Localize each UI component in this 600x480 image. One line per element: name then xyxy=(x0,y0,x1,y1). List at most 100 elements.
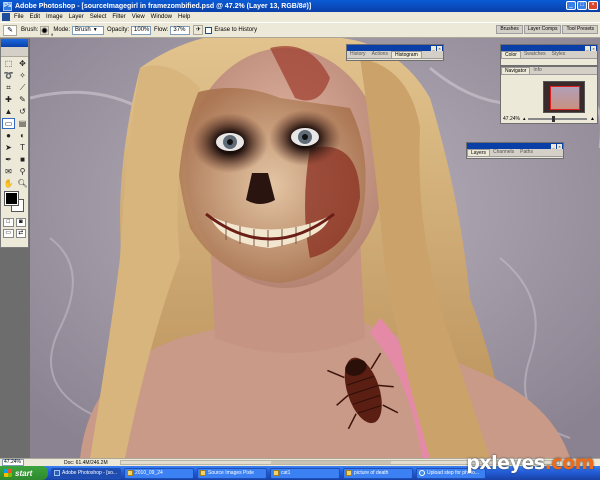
airbrush-icon[interactable]: ✈ xyxy=(193,25,204,35)
screen-mode-icon[interactable]: ▭ xyxy=(3,229,14,238)
healing-tool-icon[interactable]: ✚ xyxy=(2,94,15,105)
well-tab-tool-presets[interactable]: Tool Presets xyxy=(562,25,598,34)
lasso-tool-icon[interactable]: ➰ xyxy=(2,70,15,81)
zoom-tool-icon[interactable]: 🔍︎ xyxy=(16,178,29,189)
toolbox-title-bar[interactable] xyxy=(1,39,28,47)
tab-swatches[interactable]: Swatches xyxy=(521,51,549,58)
start-button[interactable]: start xyxy=(0,466,48,480)
navigator-thumbnail[interactable] xyxy=(543,81,585,113)
move-tool-icon[interactable]: ✥ xyxy=(16,58,29,69)
zoom-out-icon[interactable]: ▴ xyxy=(523,116,526,122)
erase-to-history-checkbox[interactable] xyxy=(205,26,213,34)
minimize-button[interactable]: _ xyxy=(566,1,576,10)
menu-filter[interactable]: Filter xyxy=(112,14,125,20)
shape-tool-icon[interactable]: ■ xyxy=(16,154,29,165)
scrollbar-thumb[interactable] xyxy=(271,461,391,464)
tab-styles[interactable]: Styles xyxy=(549,51,569,58)
tab-info[interactable]: Info xyxy=(530,67,544,74)
tab-layers[interactable]: Layers xyxy=(467,149,491,156)
tab-channels[interactable]: Channels xyxy=(490,149,517,156)
menu-help[interactable]: Help xyxy=(178,14,190,20)
marquee-tool-icon[interactable]: ⬚ xyxy=(2,58,15,69)
color-palette-tabs: Color Swatches Styles xyxy=(501,51,597,59)
history-brush-tool-icon[interactable]: ↺ xyxy=(16,106,29,117)
tool-preset-picker[interactable]: ✎ xyxy=(3,24,17,36)
tab-actions[interactable]: Actions xyxy=(369,51,391,58)
menu-bar: File Edit Image Layer Select Filter View… xyxy=(0,12,600,22)
zoom-in-icon[interactable]: ▲ xyxy=(590,116,595,122)
taskbar-item-cat1[interactable]: cat1 xyxy=(270,467,340,479)
close-button[interactable]: × xyxy=(588,1,598,10)
dodge-tool-icon[interactable]: ◐ xyxy=(16,130,29,141)
taskbar-item-source-images[interactable]: Source Images Pixle xyxy=(197,467,267,479)
windows-flag-icon xyxy=(4,469,12,477)
blur-tool-icon[interactable]: ● xyxy=(2,130,15,141)
taskbar-item-label: picture of death xyxy=(354,470,389,476)
brush-tool-icon[interactable]: ✎ xyxy=(16,94,29,105)
menu-layer[interactable]: Layer xyxy=(69,14,84,20)
hand-tool-icon[interactable]: ✋ xyxy=(2,178,15,189)
watermark-main: pxleyes xyxy=(466,452,545,474)
document-icon[interactable] xyxy=(2,13,10,21)
eraser-tool-icon[interactable]: ▭ xyxy=(2,118,15,129)
menu-select[interactable]: Select xyxy=(90,14,107,20)
navigator-zoom-value[interactable]: 47.24% xyxy=(503,116,520,122)
tab-color[interactable]: Color xyxy=(501,51,521,58)
minimize-palette-icon[interactable]: _ xyxy=(431,45,436,51)
folder-icon xyxy=(273,470,279,476)
options-bar: ✎ Brush: 9 Mode: Brush ▼ Opacity: 100% Fl… xyxy=(0,22,600,38)
jump-to-imageready-icon[interactable]: ⇄ xyxy=(15,229,26,238)
type-tool-icon[interactable]: T xyxy=(16,142,29,153)
quick-mask-icon[interactable]: ◙ xyxy=(15,218,26,227)
taskbar-item-picture-of-death[interactable]: picture of death xyxy=(343,467,413,479)
eyedropper-tool-icon[interactable]: ⚲ xyxy=(16,166,29,177)
menu-view[interactable]: View xyxy=(132,14,145,20)
brush-preset-picker[interactable] xyxy=(40,25,50,35)
zoom-level-field[interactable]: 47.24% xyxy=(2,459,24,466)
tab-paths[interactable]: Paths xyxy=(517,149,536,156)
photoshop-app-icon[interactable]: Ps xyxy=(3,1,12,11)
close-palette-icon[interactable]: × xyxy=(591,45,596,51)
opacity-label: Opacity: xyxy=(107,27,130,33)
crop-tool-icon[interactable]: ⌗ xyxy=(2,82,15,93)
stamp-tool-icon[interactable]: ▲ xyxy=(2,106,15,117)
close-palette-icon[interactable]: × xyxy=(437,45,442,51)
navigator-zoom-slider[interactable] xyxy=(528,116,588,122)
pen-tool-icon[interactable]: ✒ xyxy=(2,154,15,165)
window-controls: _ □ × xyxy=(566,1,598,10)
document-size[interactable]: Doc: 61.4M/246.2M xyxy=(64,460,108,466)
foreground-color-swatch[interactable] xyxy=(4,191,19,206)
well-tab-layer-comps[interactable]: Layer Comps xyxy=(523,25,562,34)
well-tab-brushes[interactable]: Brushes xyxy=(496,25,523,34)
taskbar-item-folder-2010-09-24[interactable]: 2010_09_24 xyxy=(124,467,194,479)
taskbar-item-label: 2010_09_24 xyxy=(135,470,163,476)
menu-image[interactable]: Image xyxy=(46,14,63,20)
mode-select[interactable]: Brush ▼ xyxy=(72,25,105,35)
notes-tool-icon[interactable]: ✉ xyxy=(2,166,15,177)
path-select-tool-icon[interactable]: ➤ xyxy=(2,142,15,153)
slice-tool-icon[interactable]: ⟋ xyxy=(16,82,29,93)
gradient-tool-icon[interactable]: ▤ xyxy=(16,118,29,129)
magic-wand-tool-icon[interactable]: ✧ xyxy=(16,70,29,81)
mode-buttons: □ ◙ xyxy=(1,218,28,227)
opacity-field[interactable]: 100% xyxy=(131,25,152,35)
flow-field[interactable]: 37% xyxy=(170,25,191,35)
navigator-view-box[interactable] xyxy=(550,86,580,110)
minimize-palette-icon[interactable]: _ xyxy=(551,143,556,149)
menu-window[interactable]: Window xyxy=(151,14,172,20)
taskbar-item-label: Source Images Pixle xyxy=(208,470,254,476)
watermark-suffix: .com xyxy=(544,452,595,474)
tab-histogram[interactable]: Histogram xyxy=(390,51,422,58)
tab-history[interactable]: History xyxy=(347,51,369,58)
menu-file[interactable]: File xyxy=(14,14,24,20)
opacity-value: 100% xyxy=(134,26,150,33)
history-palette: _ × History Actions Histogram xyxy=(346,44,444,61)
maximize-button[interactable]: □ xyxy=(577,1,587,10)
menu-edit[interactable]: Edit xyxy=(30,14,40,20)
close-palette-icon[interactable]: × xyxy=(557,143,562,149)
tab-navigator[interactable]: Navigator xyxy=(501,67,531,74)
standard-mode-icon[interactable]: □ xyxy=(3,218,14,227)
taskbar-item-photoshop[interactable]: Adobe Photoshop - [so... xyxy=(51,467,121,479)
minimize-palette-icon[interactable]: _ xyxy=(585,45,590,51)
slider-thumb[interactable] xyxy=(551,116,555,122)
